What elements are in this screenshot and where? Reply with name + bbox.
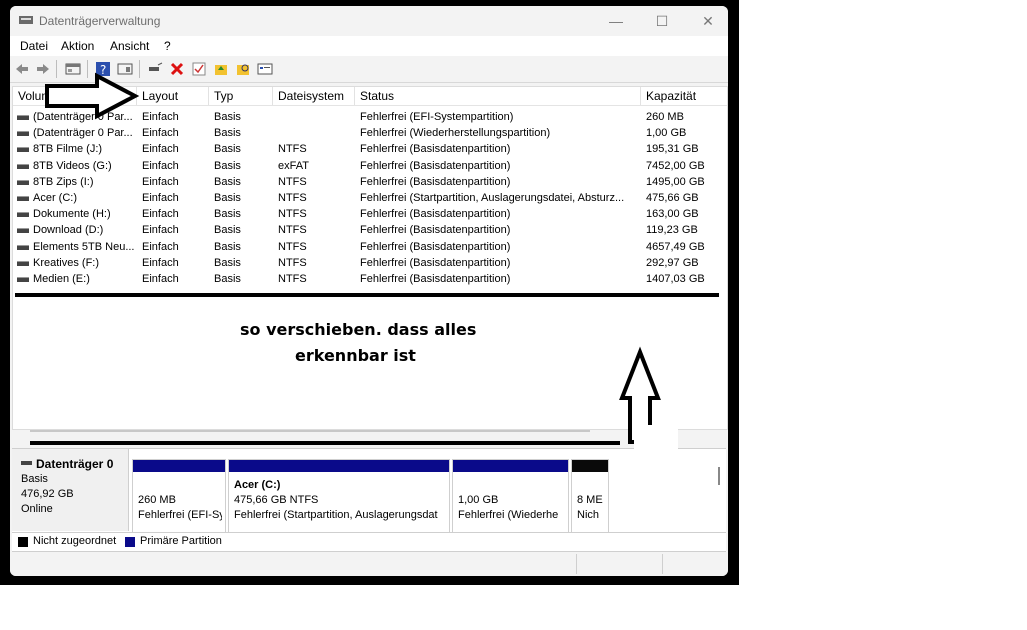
annotation-eraser-mark	[634, 425, 678, 487]
annotation-text-line2: erkennbar ist	[295, 346, 416, 365]
annotation-overlay	[15, 72, 719, 487]
annotation-arrow-right-icon	[45, 72, 140, 120]
annotation-text-line1: so verschieben. dass alles	[240, 320, 477, 339]
